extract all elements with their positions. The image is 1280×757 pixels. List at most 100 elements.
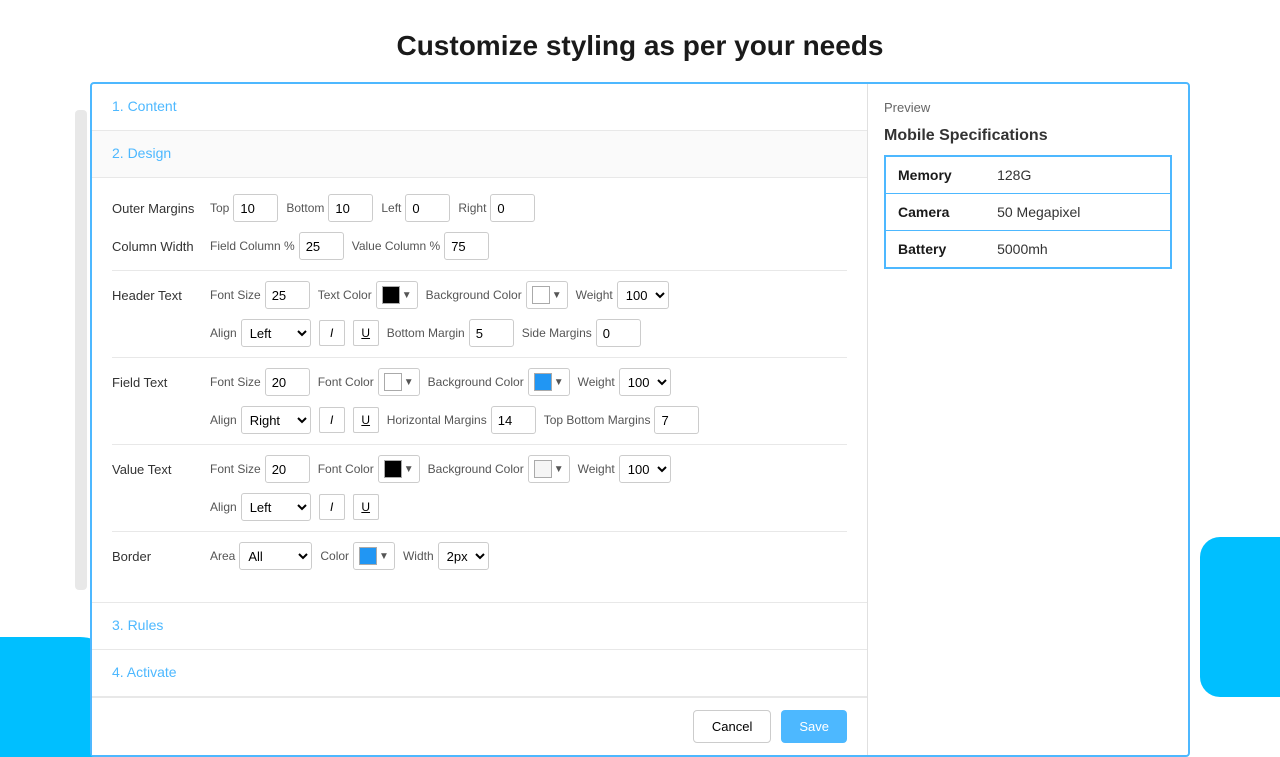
- field-col-input[interactable]: [299, 232, 344, 260]
- value-cell: 50 Megapixel: [985, 194, 1171, 231]
- header-bgcolor-btn[interactable]: ▼: [526, 281, 568, 309]
- header-textcolor-btn[interactable]: ▼: [376, 281, 418, 309]
- header-align-group: Align LeftRightCenter: [210, 319, 311, 347]
- border-color-label: Color: [320, 549, 349, 563]
- value-bgcolor-btn[interactable]: ▼: [528, 455, 570, 483]
- value-col-group: Value Column %: [352, 232, 490, 260]
- border-area-label: Area: [210, 549, 235, 563]
- tab-content[interactable]: 1. Content: [92, 84, 867, 131]
- field-hmargins-input[interactable]: [491, 406, 536, 434]
- value-weight-label: Weight: [578, 462, 615, 476]
- value-text-row1: Value Text Font Size Font Color ▼ Backgr…: [112, 455, 847, 483]
- header-textcolor-swatch: [382, 286, 400, 304]
- header-text-row1: Header Text Font Size Text Color ▼ Backg…: [112, 281, 847, 309]
- bottom-input[interactable]: [328, 194, 373, 222]
- header-text-label: Header Text: [112, 288, 202, 303]
- field-align-label: Align: [210, 413, 237, 427]
- table-row: Memory 128G: [885, 156, 1171, 194]
- deco-bottom-right: [1200, 537, 1280, 697]
- header-sidemargins-group: Side Margins: [522, 319, 641, 347]
- border-color-btn[interactable]: ▼: [353, 542, 395, 570]
- value-weight-select[interactable]: 100200300400: [619, 455, 671, 483]
- outer-margins-label: Outer Margins: [112, 201, 202, 216]
- field-weight-select[interactable]: 100200300400: [619, 368, 671, 396]
- header-underline-btn[interactable]: U: [353, 320, 379, 346]
- border-color-group: Color ▼: [320, 542, 395, 570]
- top-group: Top: [210, 194, 278, 222]
- field-bgcolor-arrow: ▼: [554, 377, 564, 388]
- field-fontcolor-arrow: ▼: [404, 377, 414, 388]
- field-hmargins-label: Horizontal Margins: [387, 413, 487, 427]
- table-row: Camera 50 Megapixel: [885, 194, 1171, 231]
- header-bottommargin-group: Bottom Margin: [387, 319, 514, 347]
- column-width-label: Column Width: [112, 239, 202, 254]
- header-textcolor-label: Text Color: [318, 288, 372, 302]
- border-area-select[interactable]: AllHeaderFieldValue: [239, 542, 312, 570]
- field-tbmargins-group: Top Bottom Margins: [544, 406, 700, 434]
- value-align-select[interactable]: LeftRightCenter: [241, 493, 311, 521]
- header-bottommargin-input[interactable]: [469, 319, 514, 347]
- value-fontcolor-swatch: [384, 460, 402, 478]
- header-align-select[interactable]: LeftRightCenter: [241, 319, 311, 347]
- left-input[interactable]: [405, 194, 450, 222]
- right-input[interactable]: [490, 194, 535, 222]
- field-weight-group: Weight 100200300400: [578, 368, 671, 396]
- field-cell: Memory: [885, 156, 985, 194]
- value-bgcolor-group: Background Color ▼: [428, 455, 570, 483]
- field-fontsize-group: Font Size: [210, 368, 310, 396]
- header-align-label: Align: [210, 326, 237, 340]
- design-link[interactable]: 2. Design: [112, 145, 171, 161]
- field-italic-btn[interactable]: I: [319, 407, 345, 433]
- field-cell: Battery: [885, 231, 985, 269]
- field-cell: Camera: [885, 194, 985, 231]
- table-row: Battery 5000mh: [885, 231, 1171, 269]
- tab-activate[interactable]: 4. Activate: [92, 650, 867, 697]
- save-button[interactable]: Save: [781, 710, 847, 743]
- value-fontsize-input[interactable]: [265, 455, 310, 483]
- border-color-swatch: [359, 547, 377, 565]
- tab-rules[interactable]: 3. Rules: [92, 603, 867, 650]
- field-underline-btn[interactable]: U: [353, 407, 379, 433]
- value-bgcolor-swatch: [534, 460, 552, 478]
- border-width-label: Width: [403, 549, 434, 563]
- field-bgcolor-group: Background Color ▼: [428, 368, 570, 396]
- design-section: Outer Margins Top Bottom Left Right: [92, 178, 867, 602]
- field-col-group: Field Column %: [210, 232, 344, 260]
- tab-design[interactable]: 2. Design: [92, 131, 867, 178]
- header-sidemargins-input[interactable]: [596, 319, 641, 347]
- field-bgcolor-swatch: [534, 373, 552, 391]
- border-width-select[interactable]: 1px2px3px4px: [438, 542, 489, 570]
- content-link[interactable]: 1. Content: [112, 98, 177, 114]
- border-width-group: Width 1px2px3px4px: [403, 542, 489, 570]
- value-align-group: Align LeftRightCenter: [210, 493, 311, 521]
- field-tbmargins-input[interactable]: [654, 406, 699, 434]
- field-align-select[interactable]: LeftRightCenter: [241, 406, 311, 434]
- rules-link[interactable]: 3. Rules: [112, 617, 163, 633]
- header-sidemargins-label: Side Margins: [522, 326, 592, 340]
- header-text-row2: Align LeftRightCenter I U Bottom Margin …: [112, 319, 847, 347]
- right-group: Right: [458, 194, 535, 222]
- top-input[interactable]: [233, 194, 278, 222]
- value-fontsize-group: Font Size: [210, 455, 310, 483]
- border-label: Border: [112, 549, 202, 564]
- value-align-label: Align: [210, 500, 237, 514]
- border-row: Border Area AllHeaderFieldValue Color ▼ …: [112, 542, 847, 570]
- header-weight-select[interactable]: 100200300400: [617, 281, 669, 309]
- header-fontsize-label: Font Size: [210, 288, 261, 302]
- cancel-button[interactable]: Cancel: [693, 710, 771, 743]
- field-bgcolor-btn[interactable]: ▼: [528, 368, 570, 396]
- field-col-label: Field Column %: [210, 239, 295, 253]
- value-fontcolor-btn[interactable]: ▼: [378, 455, 420, 483]
- value-underline-btn[interactable]: U: [353, 494, 379, 520]
- header-italic-btn[interactable]: I: [319, 320, 345, 346]
- field-weight-label: Weight: [578, 375, 615, 389]
- header-textcolor-arrow: ▼: [402, 290, 412, 301]
- field-fontsize-input[interactable]: [265, 368, 310, 396]
- field-fontcolor-btn[interactable]: ▼: [378, 368, 420, 396]
- value-col-input[interactable]: [444, 232, 489, 260]
- field-text-row2: Align LeftRightCenter I U Horizontal Mar…: [112, 406, 847, 434]
- activate-link[interactable]: 4. Activate: [112, 664, 177, 680]
- header-fontsize-input[interactable]: [265, 281, 310, 309]
- field-fontcolor-label: Font Color: [318, 375, 374, 389]
- value-italic-btn[interactable]: I: [319, 494, 345, 520]
